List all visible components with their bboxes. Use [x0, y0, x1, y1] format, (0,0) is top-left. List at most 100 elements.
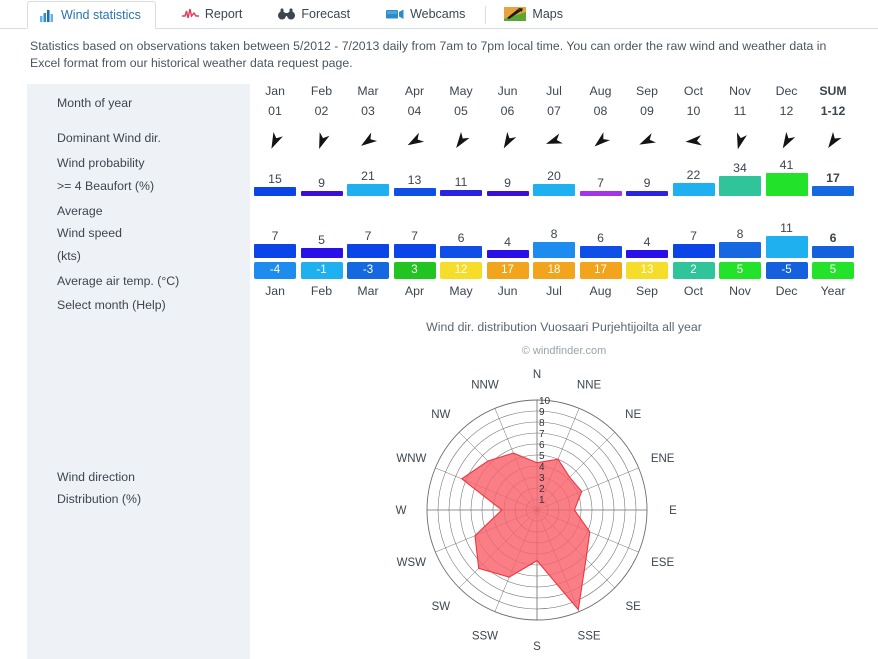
label-select-month-help[interactable]: Select month (Help)	[57, 298, 166, 312]
select-month-dec[interactable]: Dec	[764, 284, 810, 298]
header-month-nov: Nov	[729, 84, 751, 98]
wind-statistics-table: Jan Feb Mar Apr May Jun Jul Aug Sep Oct Nov Dec SUM …	[250, 84, 878, 304]
compass-label-nw: NW	[431, 409, 450, 421]
wind-probability-value: 9	[318, 176, 325, 190]
select-month-apr[interactable]: Apr	[392, 284, 438, 298]
air-temp-cell: -1	[299, 262, 345, 279]
wind-speed-bar	[300, 248, 343, 258]
compass-label-ese: ESE	[651, 557, 674, 569]
statistics-description: Statistics based on observations taken b…	[30, 39, 827, 70]
month-number-11: 11	[733, 104, 747, 118]
radial-tick-label: 8	[539, 418, 545, 429]
compass-label-wsw: WSW	[397, 557, 427, 569]
wind-speed-value: 11	[780, 221, 793, 235]
wind-speed-value: 6	[597, 231, 604, 245]
wind-direction-arrow-icon	[578, 130, 624, 154]
tab-forecast[interactable]: Forecast	[266, 0, 364, 28]
wind-direction-arrow-icon	[299, 130, 345, 154]
wind-speed-bar	[440, 246, 482, 258]
wind-speed-cell: 6	[578, 220, 624, 258]
wind-speed-cell: 6	[438, 220, 484, 258]
select-month-sep[interactable]: Sep	[624, 284, 670, 298]
air-temp-cell: -3	[345, 262, 391, 279]
air-temp-cell: 5	[810, 262, 856, 279]
header-month-jun: Jun	[497, 84, 518, 98]
select-month-may[interactable]: May	[438, 284, 484, 298]
month-number-10: 10	[686, 104, 701, 118]
wind-probability-value: 13	[407, 173, 422, 187]
header-month-feb: Feb	[310, 84, 333, 98]
wind-speed-bar	[254, 244, 296, 258]
select-month-mar[interactable]: Mar	[345, 284, 391, 298]
wind-speed-value: 6	[457, 231, 465, 245]
wind-speed-bar	[579, 246, 622, 258]
select-month-jun[interactable]: Jun	[485, 284, 531, 298]
compass-label-sw: SW	[432, 601, 451, 613]
wind-speed-value: 7	[411, 229, 418, 243]
wind-probability-bar	[812, 186, 854, 196]
air-temp-value: 2	[672, 262, 715, 279]
wind-speed-bar	[719, 242, 761, 258]
wind-direction-arrow-icon	[810, 130, 856, 154]
select-month-jan[interactable]: Jan	[252, 284, 298, 298]
wind-probability-cell: 9	[299, 158, 345, 196]
radial-tick-label: 10	[539, 396, 551, 407]
select-month-jul[interactable]: Jul	[531, 284, 577, 298]
air-temp-cell: 5	[717, 262, 763, 279]
table-row-wind-speed: 7 5 7 7 6 4 8 6 4 7 8 11 6	[250, 220, 878, 262]
wind-probability-bar	[486, 191, 529, 196]
header-month-jul: Jul	[546, 84, 562, 98]
report-line-icon	[181, 8, 199, 20]
tab-maps[interactable]: Maps	[492, 0, 577, 28]
label-month-of-year: Month of year	[57, 96, 133, 110]
air-temp-value: 18	[533, 262, 575, 279]
wind-direction-arrow-icon	[485, 130, 531, 154]
tab-wind-statistics[interactable]: Wind statistics	[27, 1, 156, 29]
select-month-nov[interactable]: Nov	[717, 284, 763, 298]
air-temp-cell: 17	[485, 262, 531, 279]
air-temp-cell: 13	[624, 262, 670, 279]
wind-probability-bar	[672, 183, 715, 196]
tab-webcams[interactable]: Webcams	[374, 0, 479, 28]
webcam-icon	[386, 8, 404, 20]
air-temp-cell: -5	[764, 262, 810, 279]
wind-speed-bar	[626, 250, 668, 258]
bar-chart-icon	[40, 9, 55, 22]
wind-speed-cell: 4	[485, 220, 531, 258]
air-temp-cell: -4	[252, 262, 298, 279]
air-temp-value: 3	[393, 262, 436, 279]
header-month-jan: Jan	[265, 84, 285, 98]
wind-probability-value: 34	[733, 161, 747, 175]
air-temp-value: 17	[579, 262, 622, 279]
tab-label: Forecast	[301, 7, 351, 21]
select-month-oct[interactable]: Oct	[671, 284, 717, 298]
label-average: Average	[57, 204, 103, 218]
compass-label-s: S	[533, 641, 541, 653]
air-temp-cell: 3	[392, 262, 438, 279]
wind-speed-cell: 8	[531, 220, 577, 258]
wind-direction-arrow-icon	[624, 130, 670, 154]
radial-tick-label: 9	[539, 407, 545, 418]
wind-probability-bar	[300, 191, 343, 196]
air-temp-value: -5	[765, 262, 808, 279]
wind-speed-bar	[765, 236, 808, 258]
tab-report[interactable]: Report	[170, 0, 257, 28]
air-temp-value: 12	[440, 262, 482, 279]
select-month-year[interactable]: Year	[810, 284, 856, 298]
wind-direction-arrow-icon	[438, 130, 484, 154]
radial-tick-label: 1	[539, 495, 545, 506]
select-month-feb[interactable]: Feb	[299, 284, 345, 298]
wind-probability-bar	[765, 173, 808, 196]
wind-direction-arrow-icon	[392, 130, 438, 154]
header-month-mar: Mar	[357, 84, 379, 98]
select-month-aug[interactable]: Aug	[578, 284, 624, 298]
air-temp-cell: 2	[671, 262, 717, 279]
wind-direction-arrow-icon	[531, 130, 577, 154]
compass-label-nnw: NNW	[471, 379, 499, 391]
wind-speed-bar	[393, 244, 436, 258]
wind-probability-bar	[440, 190, 482, 196]
radial-tick-label: 5	[539, 451, 545, 462]
table-row-month-numbers: 01 02 03 04 05 06 07 08 09 10 11 12 1-12	[250, 104, 878, 130]
wind-probability-value: 7	[597, 176, 604, 190]
wind-probability-value: 15	[268, 172, 282, 186]
